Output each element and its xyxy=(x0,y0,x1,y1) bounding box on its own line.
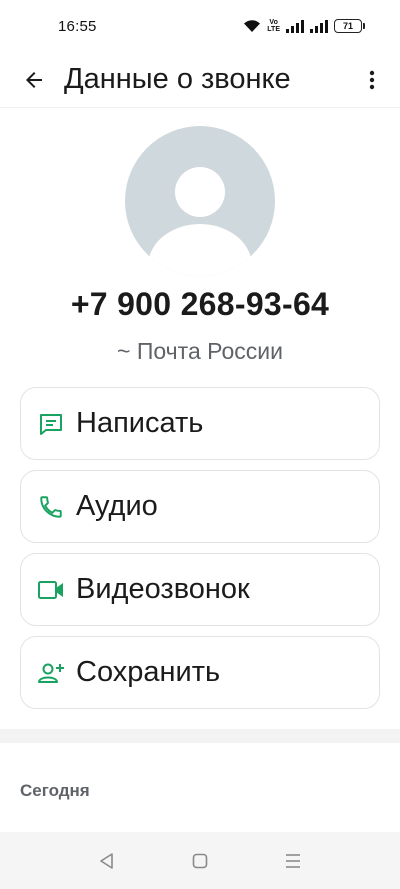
phone-number: +7 900 268-93-64 xyxy=(70,286,330,322)
status-icons: Vo LTE 71 xyxy=(243,19,365,33)
person-icon xyxy=(148,167,252,276)
save-contact-button[interactable]: Сохранить xyxy=(20,636,380,709)
avatar xyxy=(125,126,275,276)
message-label: Написать xyxy=(76,407,204,439)
video-label: Видеозвонок xyxy=(76,573,250,605)
save-label: Сохранить xyxy=(76,656,221,688)
nav-back-button[interactable] xyxy=(87,841,127,881)
phone-icon xyxy=(37,493,65,521)
section-divider xyxy=(0,729,400,743)
contact-name: ~ Почта России xyxy=(117,338,283,364)
video-icon xyxy=(37,576,65,604)
more-vert-icon xyxy=(369,70,375,89)
more-options-button[interactable] xyxy=(348,52,396,108)
triangle-back-icon xyxy=(99,852,113,869)
system-nav-bar xyxy=(0,832,400,889)
status-time: 16:55 xyxy=(58,17,97,35)
action-list: Написать Аудио Видеозвонок Сохранить xyxy=(20,387,380,719)
menu-lines-icon xyxy=(286,853,301,868)
square-home-icon xyxy=(192,853,208,868)
arrow-back-icon xyxy=(26,71,42,88)
signal-icon-2 xyxy=(310,19,328,33)
signal-icon xyxy=(286,19,304,33)
volte-icon: Vo LTE xyxy=(267,19,280,33)
add-person-icon xyxy=(37,659,65,687)
wifi-icon xyxy=(244,20,261,32)
video-call-button[interactable]: Видеозвонок xyxy=(20,553,380,626)
nav-home-button[interactable] xyxy=(180,841,220,881)
audio-label: Аудио xyxy=(76,490,158,522)
status-bar: 16:55 Vo LTE 71 xyxy=(0,0,400,52)
back-button[interactable] xyxy=(6,52,62,108)
message-button[interactable]: Написать xyxy=(20,387,380,460)
app-bar: Данные о звонке xyxy=(0,52,400,108)
history-section-title: Сегодня xyxy=(20,781,90,800)
message-icon xyxy=(37,410,65,438)
page-title: Данные о звонке xyxy=(64,63,291,95)
battery-icon: 71 xyxy=(334,19,365,33)
audio-call-button[interactable]: Аудио xyxy=(20,470,380,543)
nav-recents-button[interactable] xyxy=(273,841,313,881)
